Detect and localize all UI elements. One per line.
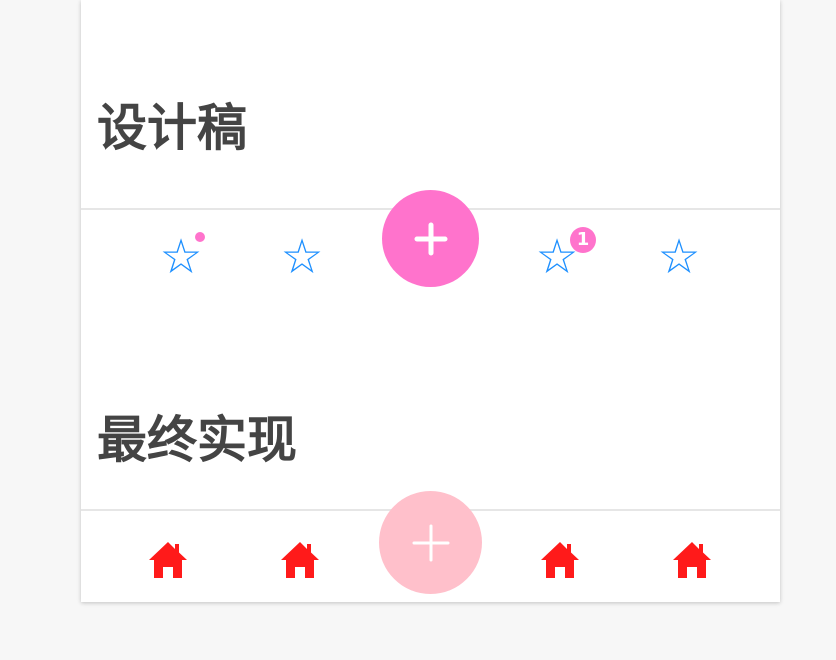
notification-badge: 1 <box>570 227 596 253</box>
home-icon <box>673 542 711 578</box>
add-button[interactable] <box>382 190 479 287</box>
home-icon <box>541 542 579 578</box>
home-icon <box>149 542 187 578</box>
tab-star-1[interactable]: ☆ <box>151 227 211 287</box>
section-title-design: 设计稿 <box>97 99 247 157</box>
star-outline-icon: ☆ <box>657 229 701 285</box>
tabbar-final <box>81 491 780 604</box>
tab-home-4[interactable] <box>662 530 722 590</box>
tab-star-3[interactable]: ☆ 1 <box>527 227 596 287</box>
notification-dot <box>195 232 205 242</box>
tab-home-2[interactable] <box>270 530 330 590</box>
section-title-final: 最终实现 <box>97 411 297 469</box>
tab-star-2[interactable]: ☆ <box>272 227 332 287</box>
plus-icon <box>414 222 447 255</box>
tab-star-4[interactable]: ☆ <box>649 227 709 287</box>
tab-home-3[interactable] <box>530 530 590 590</box>
demo-card: 设计稿 ☆ ☆ ☆ 1 ☆ 最终实现 <box>81 0 780 602</box>
add-button[interactable] <box>379 491 482 594</box>
tab-home-1[interactable] <box>138 530 198 590</box>
plus-icon <box>412 524 449 561</box>
home-icon <box>281 542 319 578</box>
star-outline-icon: ☆ <box>280 229 324 285</box>
tabbar-design: ☆ ☆ ☆ 1 ☆ <box>81 190 780 290</box>
